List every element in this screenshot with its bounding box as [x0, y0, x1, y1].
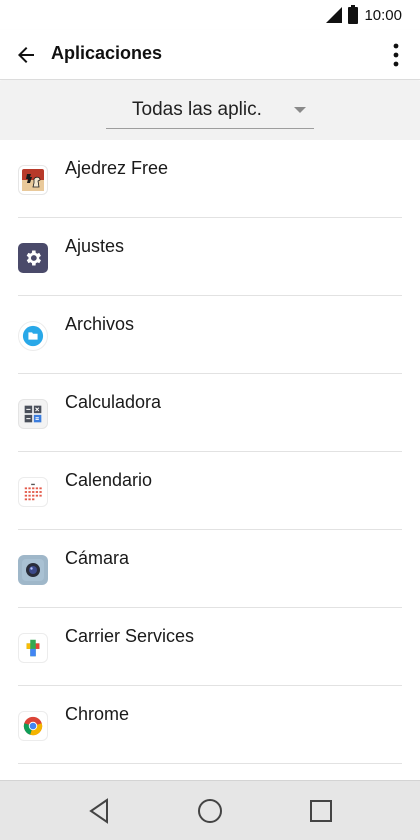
chrome-app-icon — [18, 711, 48, 741]
back-arrow-icon — [18, 47, 34, 63]
app-item-camara[interactable]: Cámara — [0, 530, 420, 608]
app-item-ajustes[interactable]: Ajustes — [0, 218, 420, 296]
calendar-app-icon — [18, 477, 48, 507]
carrier-services-app-icon — [18, 633, 48, 663]
filter-area: Todas las aplic. — [0, 81, 420, 140]
more-vert-icon — [393, 43, 399, 67]
app-item-calendario[interactable]: Calendario — [0, 452, 420, 530]
status-bar: 10:00 — [0, 0, 420, 30]
battery-icon — [348, 4, 359, 24]
app-filter-dropdown[interactable]: Todas las aplic. — [106, 95, 314, 129]
status-time: 10:00 — [364, 6, 402, 24]
back-button[interactable] — [10, 39, 42, 71]
nav-recents-icon — [310, 800, 332, 822]
dropdown-arrow-icon — [294, 107, 306, 113]
app-name: Archivos — [65, 314, 135, 334]
app-name: Chrome — [65, 704, 130, 724]
camera-app-icon — [18, 555, 48, 585]
page-title: Aplicaciones — [51, 43, 163, 63]
app-name: Calendario — [65, 470, 153, 490]
nav-recents-button[interactable] — [305, 795, 337, 827]
app-item-archivos[interactable]: Archivos — [0, 296, 420, 374]
divider — [18, 763, 402, 764]
app-name: Ajustes — [65, 236, 125, 256]
app-item-calculadora[interactable]: Calculadora — [0, 374, 420, 452]
calculator-app-icon — [18, 399, 48, 429]
app-name: Cámara — [65, 548, 130, 568]
app-name: Calculadora — [65, 392, 162, 412]
app-name: Ajedrez Free — [65, 158, 169, 178]
nav-back-button[interactable] — [83, 795, 115, 827]
app-filter-selected: Todas las aplic. — [132, 99, 262, 120]
app-item-chrome[interactable]: Chrome — [0, 686, 420, 764]
files-app-icon — [18, 321, 48, 351]
app-item-carrier-services[interactable]: Carrier Services — [0, 608, 420, 686]
more-options-button[interactable] — [384, 39, 408, 71]
nav-back-icon — [89, 798, 108, 824]
app-bar: Aplicaciones — [0, 30, 420, 80]
settings-app-icon — [18, 243, 48, 273]
app-item-ajedrez-free[interactable]: Ajedrez Free — [0, 140, 420, 218]
chess-app-icon — [18, 165, 48, 195]
nav-home-button[interactable] — [194, 795, 226, 827]
nav-home-icon — [198, 799, 222, 823]
app-list: Ajedrez Free Ajustes Archivos Calculador… — [0, 140, 420, 780]
app-name: Carrier Services — [65, 626, 195, 646]
status-indicators: 10:00 — [326, 4, 402, 25]
navigation-bar — [0, 780, 420, 840]
signal-icon — [326, 7, 343, 23]
